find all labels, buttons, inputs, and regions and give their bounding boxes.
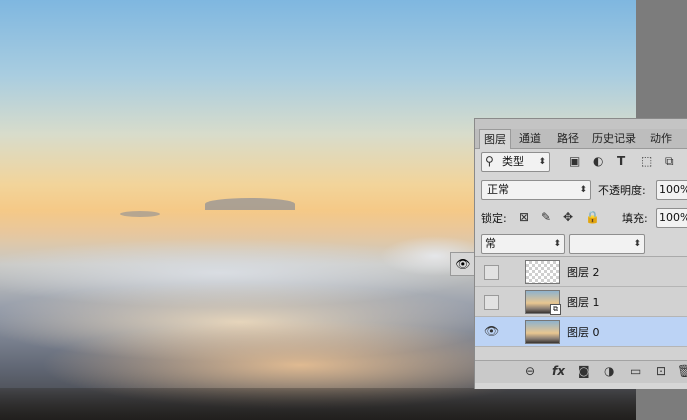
- adjustment-icon[interactable]: ◑: [604, 364, 614, 378]
- fill-label: 填充:: [622, 212, 648, 225]
- smart-object-filter-icon[interactable]: ⧉: [665, 154, 674, 169]
- smart-object-icon: ⧉: [550, 304, 561, 315]
- lock-transparent-icon[interactable]: ⊠: [519, 210, 529, 224]
- filter-kind-select[interactable]: ⚲ 类型 ⬍: [481, 152, 550, 172]
- mountain-ridge: [205, 198, 295, 210]
- mask-icon[interactable]: ◙: [578, 364, 590, 378]
- blend-row: 正常 ⬍ 不透明度: 100%: [475, 179, 687, 201]
- fx-icon[interactable]: fx: [552, 364, 565, 378]
- shape-filter-icon[interactable]: ⬚: [641, 154, 652, 168]
- layer-name[interactable]: 图层 2: [567, 264, 600, 280]
- layers-bottom-toolbar: ⊖ fx ◙ ◑ ▭ ⊡ 🗑: [475, 360, 687, 383]
- lock-row: 锁定: ⊠ ✎ ✥ 🔒 填充: 100%: [475, 207, 687, 229]
- lock-label: 锁定:: [481, 212, 507, 225]
- new-layer-icon[interactable]: ⊡: [656, 364, 666, 378]
- sub-mode-select[interactable]: 常 ⬍: [481, 234, 565, 254]
- folder-icon[interactable]: ▭: [630, 364, 641, 378]
- chevron-updown-icon: ⬍: [633, 239, 641, 249]
- filter-row: ⚲ 类型 ⬍ ▣ ◐ T ⬚ ⧉: [475, 151, 687, 173]
- layer-row-1[interactable]: ⧉ 图层 1: [475, 287, 687, 317]
- mountain-ridge-small: [120, 211, 160, 217]
- layer-row-0[interactable]: 👁 图层 0: [475, 317, 687, 347]
- chevron-updown-icon: ⬍: [538, 157, 546, 167]
- blend-mode-select[interactable]: 正常 ⬍: [481, 180, 591, 200]
- lock-all-padlock-icon[interactable]: 🔒: [585, 210, 600, 224]
- chevron-updown-icon: ⬍: [579, 185, 587, 195]
- search-icon: ⚲: [485, 154, 494, 168]
- opacity-value: 100%: [659, 183, 687, 196]
- ground-silhouette: [0, 388, 636, 420]
- filter-kind-label: 类型: [502, 155, 524, 168]
- layer-name[interactable]: 图层 0: [567, 324, 600, 340]
- layer-thumbnail: [525, 260, 560, 284]
- trash-icon[interactable]: 🗑: [677, 364, 687, 378]
- fill-value: 100%: [659, 211, 687, 224]
- opacity-input[interactable]: 100%: [656, 180, 687, 200]
- tab-history[interactable]: 历史记录: [588, 129, 640, 148]
- sub-mode-value: 常: [485, 237, 496, 250]
- layers-list: 图层 2 ⧉ 图层 1 👁 图层 0: [475, 257, 687, 360]
- eye-icon[interactable]: 👁: [450, 252, 475, 276]
- visibility-toggle[interactable]: [484, 295, 499, 310]
- layer-thumbnail: [525, 320, 560, 344]
- image-filter-icon[interactable]: ▣: [569, 154, 580, 168]
- tab-actions[interactable]: 动作: [646, 129, 676, 148]
- sub-options-row: 常 ⬍ ⬍: [475, 233, 687, 255]
- sub-value-select[interactable]: ⬍: [569, 234, 645, 254]
- tab-channels[interactable]: 通道: [515, 129, 545, 148]
- visibility-toggle[interactable]: [484, 265, 499, 280]
- tab-layers[interactable]: 图层: [479, 129, 511, 149]
- panel-tabs: 图层 通道 路径 历史记录 动作: [475, 129, 687, 149]
- layers-panel: 图层 通道 路径 历史记录 动作 ⚲ 类型 ⬍ ▣ ◐ T ⬚ ⧉ 正常 ⬍ 不…: [474, 118, 687, 389]
- adjustment-filter-icon[interactable]: ◐: [593, 154, 603, 168]
- fill-input[interactable]: 100%: [656, 208, 687, 228]
- link-icon[interactable]: ⊖: [525, 364, 535, 378]
- layer-thumbnail: ⧉: [525, 290, 561, 315]
- layer-row-2[interactable]: 图层 2: [475, 257, 687, 287]
- eye-icon[interactable]: 👁: [484, 325, 499, 338]
- lock-paint-brush-icon[interactable]: ✎: [541, 210, 551, 224]
- type-filter-icon[interactable]: T: [617, 154, 625, 168]
- panel-grip[interactable]: [475, 119, 687, 129]
- layer-name[interactable]: 图层 1: [567, 294, 600, 310]
- tab-paths[interactable]: 路径: [553, 129, 583, 148]
- opacity-label: 不透明度:: [598, 184, 646, 197]
- lock-position-move-icon[interactable]: ✥: [563, 210, 573, 224]
- blend-mode-value: 正常: [487, 183, 509, 196]
- chevron-updown-icon: ⬍: [553, 239, 561, 249]
